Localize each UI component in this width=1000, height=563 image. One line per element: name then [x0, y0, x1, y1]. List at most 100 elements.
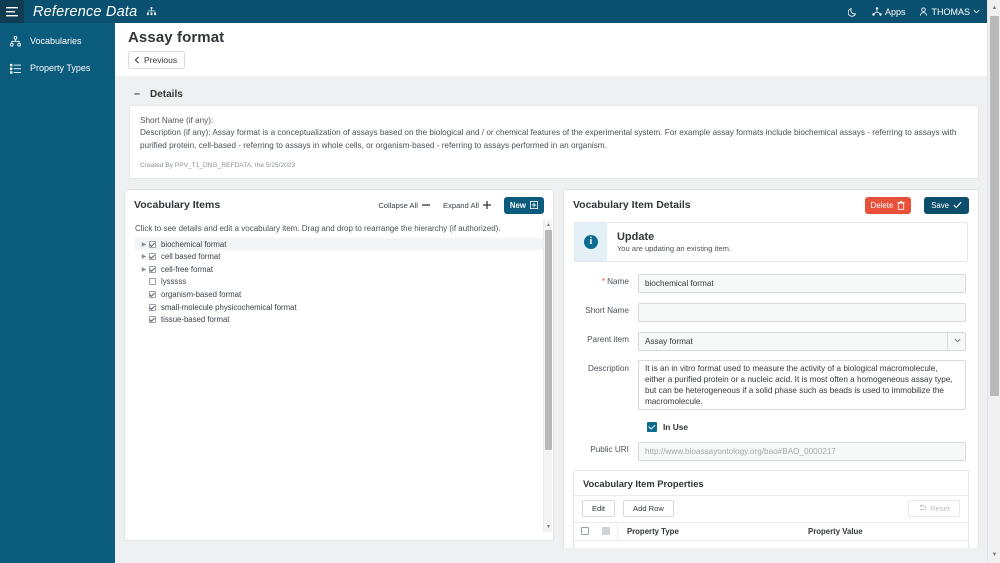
hamburger-icon[interactable] — [0, 0, 24, 23]
tree-item-label: lysssss — [161, 277, 187, 287]
details-header: – Details — [129, 83, 979, 105]
user-label: THOMAS — [931, 6, 970, 17]
expand-arrow-icon[interactable]: ▶ — [139, 253, 149, 260]
tree-item-checkbox[interactable] — [149, 303, 156, 311]
theme-toggle-button[interactable] — [847, 7, 858, 17]
expand-arrow-icon[interactable]: ▶ — [139, 266, 149, 273]
tree-item-checkbox[interactable] — [149, 278, 156, 286]
page-scroll-up-icon[interactable]: ▲ — [990, 2, 999, 14]
scroll-thumb[interactable] — [544, 229, 552, 450]
top-bar: Reference Data Apps THOMAS — [0, 0, 1000, 23]
tree-item[interactable]: ▶ cell-free format — [135, 263, 543, 276]
vocabulary-items-title: Vocabulary Items — [134, 199, 221, 212]
tree-item-checkbox[interactable] — [149, 316, 156, 324]
vocabulary-scrollbar[interactable]: ▲ ▼ — [542, 219, 552, 532]
column-property-value[interactable]: Property Value — [808, 527, 968, 536]
tree-item-label: organism-based format — [161, 289, 242, 299]
name-input[interactable] — [637, 273, 966, 293]
save-button[interactable]: Save — [924, 196, 969, 214]
moon-icon — [847, 7, 857, 17]
page-title: Assay format — [128, 29, 225, 46]
tree-item-label: biochemical format — [161, 239, 227, 249]
reset-button[interactable]: Reset — [908, 499, 960, 517]
expand-arrow-icon[interactable]: ▶ — [139, 241, 149, 248]
item-details-form: *Name Short Name Parent item — [564, 262, 978, 461]
user-menu-button[interactable]: THOMAS — [919, 7, 980, 17]
new-label: New — [509, 200, 526, 210]
save-label: Save — [931, 200, 949, 210]
tree-item[interactable]: tissue-based format — [135, 313, 543, 326]
plus-icon — [482, 201, 491, 210]
select-all-checkbox[interactable] — [574, 527, 596, 536]
tree-item[interactable]: ▶ biochemical format — [135, 237, 543, 251]
new-button[interactable]: New — [503, 196, 544, 214]
minus-icon[interactable]: – — [131, 88, 143, 100]
edit-button[interactable]: Edit — [581, 499, 616, 517]
scroll-up-icon[interactable]: ▲ — [545, 221, 552, 229]
tree-item[interactable]: ▶ cell based format — [135, 250, 543, 263]
tree-item-checkbox[interactable] — [149, 290, 156, 298]
add-row-button[interactable]: Add Row — [623, 499, 674, 517]
properties-title: Vocabulary Item Properties — [582, 477, 704, 489]
page-scrollbar[interactable]: ▲ ▼ — [987, 0, 1000, 563]
field-parent-item: Parent item — [572, 330, 966, 351]
parent-item-label: Parent item — [587, 334, 629, 344]
description-textarea[interactable]: It is an in vitro format used to measure… — [637, 359, 966, 410]
field-in-use[interactable]: In Use — [646, 421, 966, 432]
field-short-name: Short Name — [572, 302, 966, 322]
field-description: Description It is an in vitro format use… — [572, 359, 966, 415]
properties-toolbar: Edit Add Row Reset — [573, 494, 968, 522]
parent-item-input[interactable] — [637, 331, 966, 351]
tree-item[interactable]: organism-based format — [135, 288, 543, 301]
scroll-down-icon[interactable]: ▼ — [545, 523, 552, 531]
in-use-checkbox[interactable] — [646, 421, 657, 432]
short-name-label: Short Name — [585, 305, 629, 315]
panels-row: Vocabulary Items Collapse All Expand All… — [115, 179, 993, 563]
previous-button[interactable]: Previous — [128, 51, 186, 69]
trash-icon — [897, 200, 905, 210]
app-brand[interactable]: Reference Data — [33, 4, 156, 20]
hierarchy-icon — [146, 7, 156, 16]
vocabulary-items-panel: Vocabulary Items Collapse All Expand All… — [124, 188, 554, 541]
expand-all-button[interactable]: Expand All — [443, 201, 491, 210]
vocabulary-tree[interactable]: ▶ biochemical format ▶ cell based format ▶ ce… — [135, 237, 543, 326]
sidebar-item-vocabularies[interactable]: Vocabularies — [0, 29, 115, 53]
details-body: Short Name (if any): Description (if any… — [129, 105, 979, 179]
delete-button[interactable]: Delete — [864, 196, 912, 214]
page-scroll-down-icon[interactable]: ▼ — [990, 549, 999, 561]
undo-icon — [919, 504, 927, 511]
details-description-line: Description (if any): Assay format is a … — [140, 128, 957, 150]
tree-item-checkbox[interactable] — [149, 240, 156, 248]
properties-table-header: Property Type Property Value — [573, 521, 968, 541]
column-property-type[interactable]: Property Type — [618, 527, 808, 536]
tree-item[interactable]: lysssss — [135, 276, 543, 289]
chevron-left-icon — [134, 56, 139, 64]
delete-label: Delete — [870, 200, 894, 210]
chevron-down-icon[interactable] — [947, 330, 966, 350]
details-section: – Details Short Name (if any): Descripti… — [115, 76, 993, 179]
tree-item[interactable]: small-molecule physicochemical format — [135, 301, 543, 314]
collapse-all-button[interactable]: Collapse All — [378, 201, 430, 210]
sidebar: Vocabularies Property Types — [0, 23, 115, 563]
page-scroll-thumb[interactable] — [990, 16, 999, 396]
apps-button[interactable]: Apps — [872, 6, 906, 17]
main-content: Assay format Previous – Details Short Na… — [115, 23, 993, 563]
public-uri-input[interactable] — [637, 441, 966, 461]
sidebar-item-property-types[interactable]: Property Types — [0, 56, 115, 80]
vocabulary-items-header: Vocabulary Items Collapse All Expand All… — [125, 190, 553, 220]
tree-item-checkbox[interactable] — [149, 253, 156, 261]
details-title: Details — [150, 88, 183, 100]
vocabulary-items-hint: Click to see details and edit a vocabula… — [135, 223, 501, 233]
details-short-name-line: Short Name (if any): — [140, 116, 214, 125]
sitemap-icon — [9, 35, 22, 47]
plus-square-icon — [529, 201, 538, 210]
reset-label: Reset — [930, 503, 950, 513]
tree-item-label: tissue-based format — [161, 315, 230, 325]
apps-label: Apps — [884, 6, 906, 17]
sidebar-label-vocabularies: Vocabularies — [30, 36, 82, 46]
short-name-input[interactable] — [637, 302, 966, 322]
person-icon — [920, 7, 928, 16]
check-icon — [953, 202, 962, 209]
update-banner-subtitle: You are updating an existing item. — [616, 243, 732, 253]
tree-item-checkbox[interactable] — [149, 265, 156, 273]
